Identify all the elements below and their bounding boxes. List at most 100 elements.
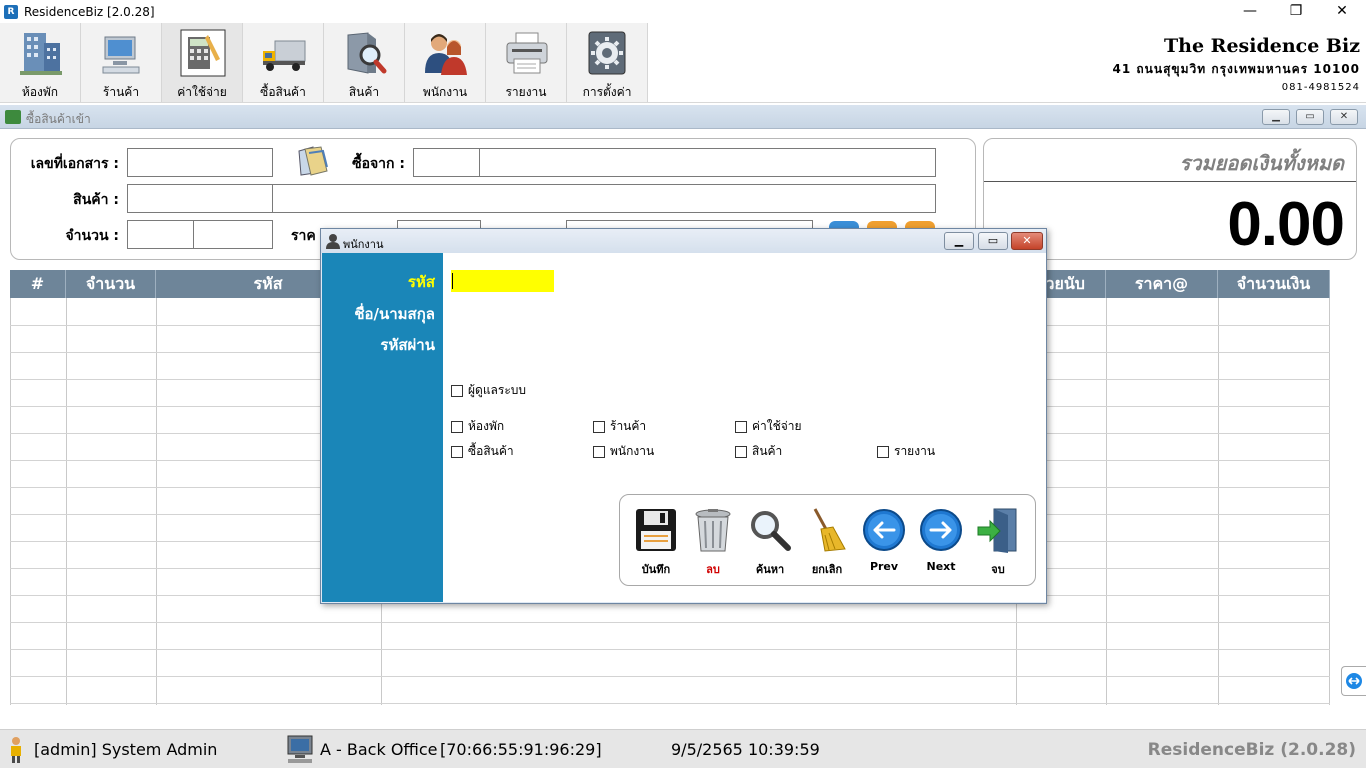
- trash-can-icon: [695, 509, 731, 552]
- toolbar-item-label: ซื้อสินค้า: [260, 85, 306, 99]
- supplier-name-input[interactable]: [479, 148, 936, 177]
- toolbar-products-button[interactable]: สินค้า: [324, 23, 405, 102]
- grid-column-line: [66, 298, 67, 705]
- delete-button[interactable]: ลบ: [687, 507, 739, 577]
- exit-button-label: จบ: [991, 563, 1005, 576]
- checkbox-expenses-label: ค่าใช้จ่าย: [752, 419, 802, 433]
- company-name: The Residence Biz: [1164, 35, 1360, 57]
- employee-password-input[interactable]: [451, 333, 651, 355]
- checkbox-purchase[interactable]: ซื้อสินค้า: [451, 442, 514, 461]
- status-mac: [70:66:55:91:96:29]: [440, 740, 602, 759]
- grid-column-line: [1106, 298, 1107, 705]
- app-title: ResidenceBiz [2.0.28]: [24, 4, 155, 19]
- product-code-input[interactable]: [127, 184, 274, 213]
- window-maximize-button[interactable]: ❐: [1273, 0, 1319, 23]
- calculator-icon: [180, 29, 226, 77]
- price-label: ราค: [291, 228, 316, 244]
- supplier-lookup-icon[interactable]: [297, 145, 331, 177]
- exit-button[interactable]: จบ: [972, 507, 1024, 577]
- window-minimize-button[interactable]: —: [1227, 0, 1273, 23]
- unit-input[interactable]: [193, 220, 273, 249]
- purchase-close-button[interactable]: ✕: [1330, 109, 1358, 125]
- grid-header-index[interactable]: #: [10, 270, 66, 298]
- app-titlebar: R ResidenceBiz [2.0.28] — ❐ ✕: [0, 0, 1366, 23]
- checkbox-box[interactable]: [593, 445, 605, 458]
- purchase-maximize-button[interactable]: ▭: [1296, 109, 1324, 125]
- supplier-code-input[interactable]: [413, 148, 481, 177]
- checkbox-admin[interactable]: ผู้ดูแลระบบ: [451, 381, 526, 400]
- toolbar-rooms-button[interactable]: ห้องพัก: [0, 23, 81, 102]
- status-datetime: 9/5/2565 10:39:59: [671, 740, 820, 759]
- toolbar-item-label: พนักงาน: [422, 85, 468, 99]
- product-name-input[interactable]: [272, 184, 936, 213]
- purchase-minimize-button[interactable]: ▁: [1262, 109, 1290, 125]
- checkbox-products-label: สินค้า: [752, 444, 783, 458]
- toolbar-item-label: การตั้งค่า: [582, 85, 632, 99]
- checkbox-box[interactable]: [451, 420, 463, 433]
- grid-header-unit-price[interactable]: ราคา@: [1106, 270, 1218, 298]
- checkbox-reports-label: รายงาน: [894, 444, 936, 458]
- checkbox-box[interactable]: [877, 445, 889, 458]
- toolbar-employees-button[interactable]: พนักงาน: [405, 23, 486, 102]
- toolbar-settings-button[interactable]: การตั้งค่า: [567, 23, 648, 102]
- dialog-minimize-button[interactable]: ▁: [944, 232, 974, 250]
- search-button[interactable]: ค้นหา: [744, 507, 796, 577]
- grid-header-amount[interactable]: จำนวนเงิน: [1218, 270, 1330, 298]
- next-button[interactable]: Next: [915, 507, 967, 577]
- checkbox-expenses[interactable]: ค่าใช้จ่าย: [735, 417, 802, 436]
- delete-button-label: ลบ: [706, 563, 720, 576]
- doc-no-label: เลขที่เอกสาร :: [30, 156, 119, 172]
- next-button-label: Next: [926, 560, 956, 573]
- prev-button[interactable]: Prev: [858, 507, 910, 577]
- company-phone: 081-4981524: [1281, 82, 1360, 93]
- checkbox-products[interactable]: สินค้า: [735, 442, 782, 461]
- basket-icon: [5, 110, 21, 124]
- arrow-left-icon: [863, 509, 905, 551]
- floppy-disk-icon: [636, 509, 676, 551]
- truck-icon: [263, 40, 306, 71]
- remote-arrows-icon: [1346, 673, 1362, 689]
- broom-icon: [813, 508, 846, 552]
- checkbox-box[interactable]: [451, 384, 463, 397]
- checkbox-shop[interactable]: ร้านค้า: [593, 417, 646, 436]
- employee-name-input[interactable]: [451, 302, 751, 324]
- status-brand: ResidenceBiz (2.0.28): [1147, 740, 1356, 760]
- status-bar: [admin] System Admin A - Back Office [70…: [0, 729, 1366, 768]
- toolbar-shop-button[interactable]: ร้านค้า: [81, 23, 162, 102]
- doc-no-input[interactable]: [127, 148, 273, 177]
- checkbox-employees[interactable]: พนักงาน: [593, 442, 654, 461]
- printer-icon: [506, 32, 548, 74]
- terminal-icon: [287, 735, 313, 763]
- dialog-close-button[interactable]: ✕: [1011, 232, 1043, 250]
- employee-action-bar: บันทึก ลบ ค้นหา ยกเลิก Prev Next จบ: [619, 494, 1036, 586]
- grid-row-line: [10, 703, 1330, 704]
- qty-input[interactable]: [127, 220, 195, 249]
- employee-code-input[interactable]: [451, 270, 554, 292]
- checkbox-box[interactable]: [593, 420, 605, 433]
- remote-support-tab[interactable]: [1341, 666, 1366, 696]
- toolbar-reports-button[interactable]: รายงาน: [486, 23, 567, 102]
- toolbar-expenses-button[interactable]: ค่าใช้จ่าย: [162, 23, 243, 102]
- cancel-button[interactable]: ยกเลิก: [801, 507, 853, 577]
- toolbar-item-label: รายงาน: [505, 85, 547, 99]
- person-icon: [326, 234, 340, 249]
- save-button-label: บันทึก: [641, 563, 671, 576]
- supplier-label: ซื้อจาก :: [352, 156, 405, 172]
- checkbox-box[interactable]: [735, 420, 747, 433]
- app-logo-icon: R: [4, 4, 18, 19]
- dialog-maximize-button[interactable]: ▭: [978, 232, 1008, 250]
- password-label: รหัสผ่าน: [380, 336, 435, 354]
- checkbox-reports[interactable]: รายงาน: [877, 442, 935, 461]
- grid-column-line: [10, 298, 11, 705]
- save-button[interactable]: บันทึก: [630, 507, 682, 577]
- toolbar-purchase-button[interactable]: ซื้อสินค้า: [243, 23, 324, 102]
- window-close-button[interactable]: ✕: [1319, 0, 1365, 23]
- checkbox-shop-label: ร้านค้า: [610, 419, 647, 433]
- checkbox-box[interactable]: [735, 445, 747, 458]
- grid-column-line: [1218, 298, 1219, 705]
- arrow-right-icon: [920, 509, 962, 551]
- checkbox-rooms[interactable]: ห้องพัก: [451, 417, 504, 436]
- checkbox-box[interactable]: [451, 445, 463, 458]
- grid-row-line: [10, 676, 1330, 677]
- grid-header-qty[interactable]: จำนวน: [66, 270, 156, 298]
